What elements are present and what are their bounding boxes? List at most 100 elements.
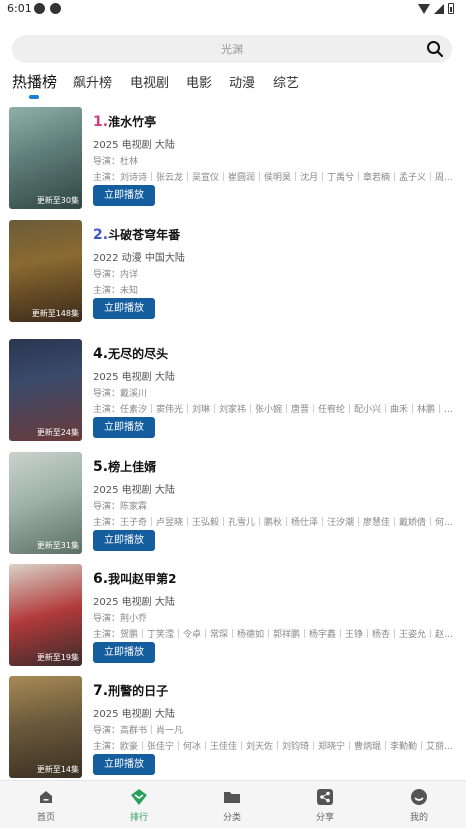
tab-rising[interactable]: 飙升榜 [73,72,112,91]
tab-tv[interactable]: 电视剧 [130,72,169,91]
nav-profile[interactable]: 我的 [389,788,449,823]
rank-number: 4. [93,346,109,362]
signal-icon [434,3,444,14]
year: 2025 [93,372,119,383]
cast: 主演：任素汐｜窦伟光｜刘琳｜刘家祎｜张小婉｜唐晋｜任宥纶｜配小兴｜曲禾｜林鹏｜曹… [93,405,455,415]
list-item[interactable]: 更新至19集 6.我叫赵甲第2 2025 电视剧 大陆 导演：荆小乔 主演：贺鹏… [0,562,466,672]
profile-icon [411,789,427,805]
year: 2025 [93,485,119,496]
status-time: 6:01 [7,2,32,15]
episode-badge: 更新至24集 [36,428,79,437]
nav-label: 分享 [315,813,334,823]
item-meta: 2025 电视剧 大陆 [93,481,175,496]
year: 2025 [93,140,119,151]
director: 导演：陈家霖 [93,502,148,512]
item-meta: 2025 电视剧 大陆 [93,705,175,720]
list-item[interactable]: 更新至31集 5.榜上佳婿 2025 电视剧 大陆 导演：陈家霖 主演：王子奇｜… [0,450,466,560]
search-input[interactable]: 光渊 [12,41,452,57]
list-item[interactable]: 更新至148集 2.斗破苍穹年番 2022 动漫 中国大陆 导演：内详 主演：未… [0,218,466,328]
title-text: 无尽的尽头 [108,347,169,361]
item-title[interactable]: 7.刑警的日子 [93,682,168,699]
item-meta: 2025 电视剧 大陆 [93,593,175,608]
nav-ranking[interactable]: 排行 [109,788,169,823]
director: 导演：高群书｜肖一凡 [93,726,184,736]
nav-home[interactable]: 首页 [16,788,76,823]
region: 大陆 [154,597,175,608]
director: 导演：戴溪川 [93,389,148,399]
title-text: 斗破苍穹年番 [108,228,181,242]
region: 大陆 [154,485,175,496]
episode-badge: 更新至19集 [36,653,79,662]
ranking-icon [131,789,147,805]
list-item[interactable]: 更新至30集 1.淮水竹亭 2025 电视剧 大陆 导演：杜林 主演：刘诗诗｜张… [0,105,466,215]
poster-image[interactable]: 更新至31集 [9,452,82,554]
share-icon [317,789,333,805]
tab-anime[interactable]: 动漫 [229,72,255,91]
title-text: 淮水竹亭 [108,115,157,129]
item-meta: 2025 电视剧 大陆 [93,136,175,151]
poster-image[interactable]: 更新至19集 [9,564,82,666]
region: 大陆 [154,140,175,151]
nav-label: 首页 [36,813,55,823]
tab-indicator [29,95,39,99]
play-button[interactable]: 立即播放 [93,754,155,775]
type: 电视剧 [121,597,152,608]
nav-share[interactable]: 分享 [295,788,355,823]
item-meta: 2025 电视剧 大陆 [93,368,175,383]
rank-number: 5. [93,459,109,475]
title-text: 榜上佳婿 [108,460,157,474]
search-bar[interactable]: 光渊 [12,35,452,63]
poster-image[interactable]: 更新至30集 [9,107,82,209]
play-button[interactable]: 立即播放 [93,530,155,551]
item-title[interactable]: 2.斗破苍穹年番 [93,226,180,243]
wifi-icon [418,3,430,14]
rank-number: 1. [93,114,109,130]
type: 动漫 [121,253,142,264]
rank-number: 2. [93,227,109,243]
nav-label: 分类 [222,813,241,823]
play-button[interactable]: 立即播放 [93,642,155,663]
list-item[interactable]: 更新至24集 4.无尽的尽头 2025 电视剧 大陆 导演：戴溪川 主演：任素汐… [0,337,466,447]
cast: 主演：刘诗诗｜张云龙｜吴宣仪｜崔圆润｜侯明昊｜沈月｜丁禹兮｜章若楠｜孟子义｜周.… [93,173,453,183]
rank-number: 6. [93,571,109,587]
tab-hot[interactable]: 热播榜 [12,71,57,92]
battery-icon [448,3,454,14]
poster-image[interactable]: 更新至148集 [9,220,82,322]
title-text: 刑警的日子 [108,684,169,698]
nav-category[interactable]: 分类 [202,788,262,823]
nav-label: 排行 [129,813,148,823]
episode-badge: 更新至14集 [36,765,79,774]
play-button[interactable]: 立即播放 [93,298,155,319]
category-tabs: 热播榜 飙升榜 电视剧 电影 动漫 综艺 [0,72,466,102]
region: 中国大陆 [144,253,185,264]
rank-number: 7. [93,683,109,699]
list-item[interactable]: 更新至14集 7.刑警的日子 2025 电视剧 大陆 导演：高群书｜肖一凡 主演… [0,674,466,784]
region: 大陆 [154,372,175,383]
cast: 主演：欧豪｜张佳宁｜何冰｜王佳佳｜刘天佐｜刘钧琦｜郑晓宁｜曹炳琨｜李勤勤｜艾丽.… [93,742,453,752]
item-title[interactable]: 4.无尽的尽头 [93,345,168,362]
tab-variety[interactable]: 综艺 [273,72,299,91]
director: 导演：杜林 [93,157,139,167]
episode-badge: 更新至30集 [36,196,79,205]
region: 大陆 [154,709,175,720]
search-icon[interactable] [426,40,444,58]
director: 导演：荆小乔 [93,614,148,624]
cast: 主演：贺鹏｜丁笑滢｜令卓｜常琛｜杨德如｜郭祥鹏｜杨宇鑫｜王铮｜杨杏｜王姿允｜赵龙… [93,630,455,640]
tab-movie[interactable]: 电影 [186,72,212,91]
home-icon [40,791,52,803]
item-title[interactable]: 5.榜上佳婿 [93,458,156,475]
play-button[interactable]: 立即播放 [93,417,155,438]
telegram-icon [34,3,45,14]
poster-image[interactable]: 更新至14集 [9,676,82,778]
type: 电视剧 [121,140,152,151]
nav-label: 我的 [409,813,428,823]
item-meta: 2022 动漫 中国大陆 [93,249,185,264]
type: 电视剧 [121,372,152,383]
item-title[interactable]: 6.我叫赵甲第2 [93,570,176,587]
director: 导演：内详 [93,270,139,280]
poster-image[interactable]: 更新至24集 [9,339,82,441]
year: 2022 [93,253,119,264]
play-button[interactable]: 立即播放 [93,185,155,206]
folder-icon [224,792,240,803]
item-title[interactable]: 1.淮水竹亭 [93,113,156,130]
